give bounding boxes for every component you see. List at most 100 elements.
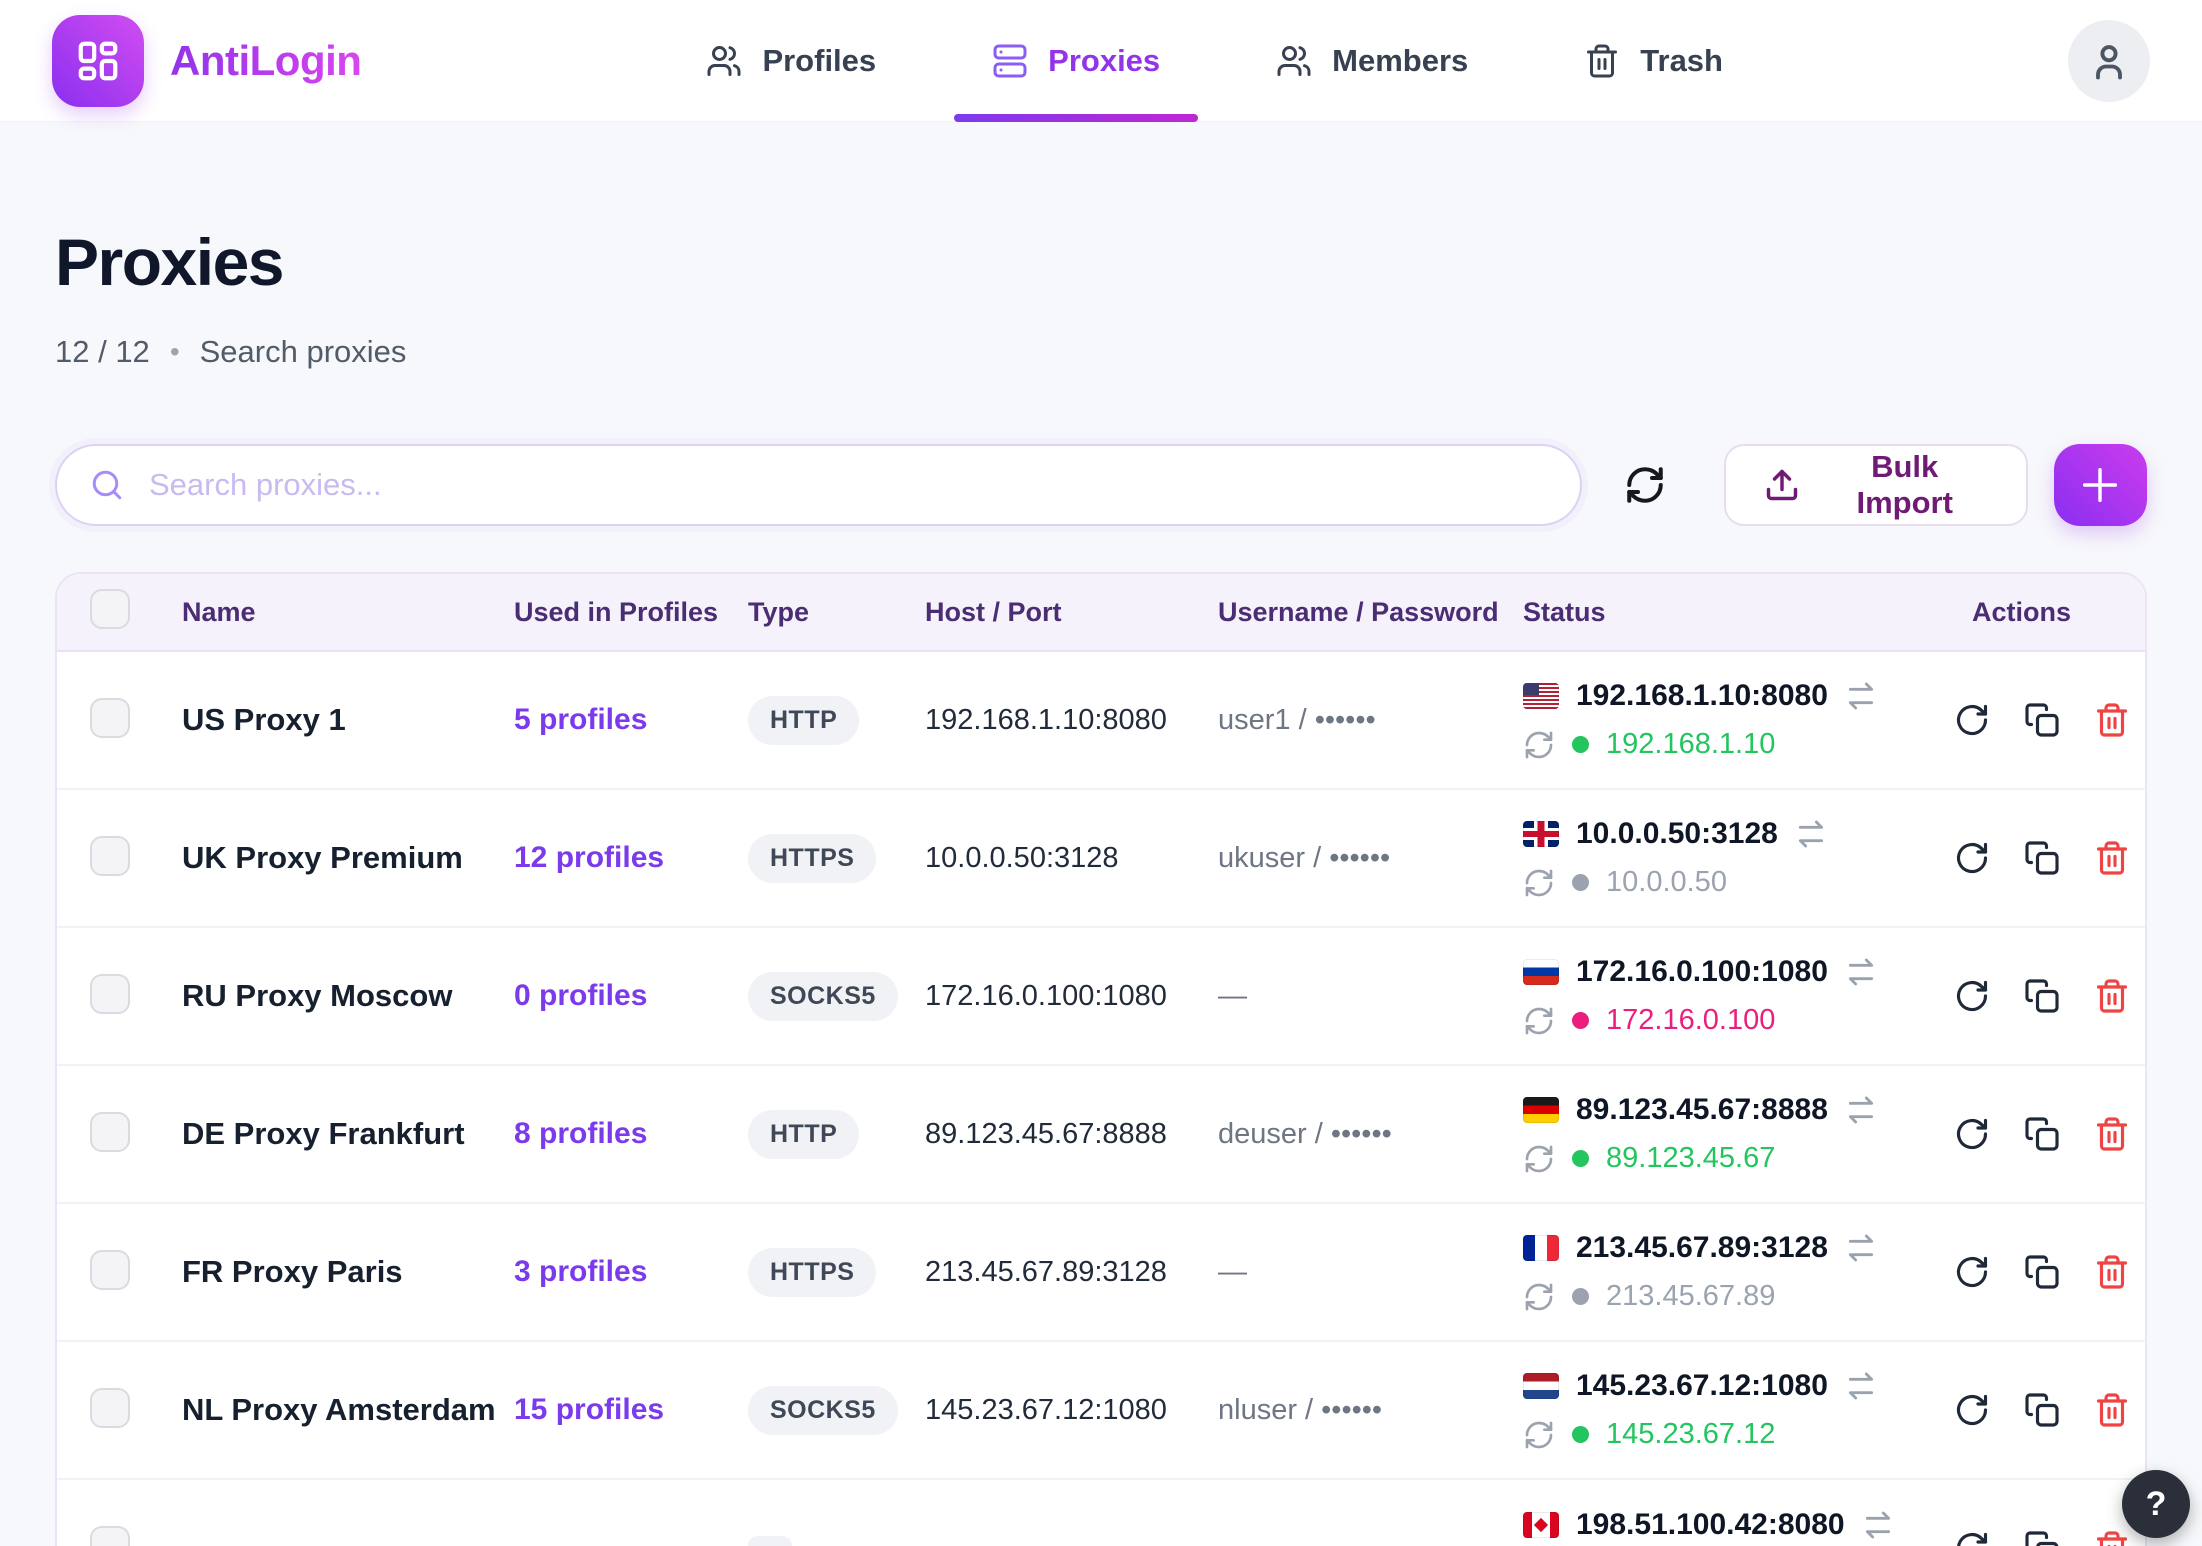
row-refresh-button[interactable] <box>1954 1254 1990 1290</box>
row-delete-button[interactable] <box>2094 1116 2130 1152</box>
host-port: 145.23.67.12:1080 <box>925 1394 1218 1427</box>
table-row: DE Proxy Frankfurt 8 profiles HTTP 89.12… <box>57 1066 2145 1204</box>
row-delete-button[interactable] <box>2094 1254 2130 1290</box>
page-title: Proxies <box>55 224 2147 300</box>
header-actions: Actions <box>1942 597 2145 628</box>
row-copy-button[interactable] <box>2024 1116 2060 1152</box>
person-icon <box>2087 39 2131 83</box>
proxy-name: NL Proxy Amsterdam <box>182 1392 514 1428</box>
add-proxy-button[interactable] <box>2054 444 2147 526</box>
status-host-line: 213.45.67.89:3128 <box>1523 1231 1942 1265</box>
row-delete-button[interactable] <box>2094 1392 2130 1428</box>
country-flag <box>1523 1373 1559 1399</box>
row-copy-button[interactable] <box>2024 1392 2060 1428</box>
refresh-all-button[interactable] <box>1624 464 1666 506</box>
swap-icon[interactable] <box>1862 1509 1894 1541</box>
tab-members[interactable]: Members <box>1270 0 1474 122</box>
status-dot <box>1572 1426 1589 1443</box>
used-in-profiles-link[interactable]: 8 profiles <box>514 1117 647 1150</box>
tab-label: Trash <box>1640 43 1723 79</box>
status-ip: 145.23.67.12 <box>1606 1418 1775 1451</box>
swap-icon[interactable] <box>1795 818 1827 850</box>
page-subtitle: 12 / 12 • Search proxies <box>55 334 2147 370</box>
table-row: FR Proxy Paris 3 profiles HTTPS 213.45.6… <box>57 1204 2145 1342</box>
row-copy-button[interactable] <box>2024 978 2060 1014</box>
swap-icon[interactable] <box>1845 1232 1877 1264</box>
credentials: deuser / •••••• <box>1218 1118 1523 1151</box>
check-proxy-icon[interactable] <box>1523 1005 1555 1037</box>
status-dot <box>1572 1288 1589 1305</box>
row-copy-button[interactable] <box>2024 1530 2060 1546</box>
check-proxy-icon[interactable] <box>1523 1281 1555 1313</box>
table-header: Name Used in Profiles Type Host / Port U… <box>57 574 2145 652</box>
used-in-profiles-link[interactable]: 15 profiles <box>514 1393 664 1426</box>
table-row: RU Proxy Moscow 0 profiles SOCKS5 172.16… <box>57 928 2145 1066</box>
swap-icon[interactable] <box>1845 1094 1877 1126</box>
proxy-name: US Proxy 1 <box>182 702 514 738</box>
proxies-table: Name Used in Profiles Type Host / Port U… <box>55 572 2147 1546</box>
search-icon <box>89 467 125 503</box>
row-copy-button[interactable] <box>2024 702 2060 738</box>
row-checkbox[interactable] <box>90 698 130 738</box>
search-input[interactable] <box>149 467 1548 503</box>
row-delete-button[interactable] <box>2094 978 2130 1014</box>
row-refresh-button[interactable] <box>1954 978 1990 1014</box>
status-ip: 89.123.45.67 <box>1606 1142 1775 1175</box>
app-title: AntiLogin <box>170 37 361 85</box>
separator-dot: • <box>170 336 180 368</box>
row-refresh-button[interactable] <box>1954 1116 1990 1152</box>
header-username-password: Username / Password <box>1218 597 1523 628</box>
status-check-line: 89.123.45.67 <box>1523 1142 1942 1175</box>
app-logo <box>52 15 144 107</box>
status-check-line: 145.23.67.12 <box>1523 1418 1942 1451</box>
bulk-import-label: Bulk Import <box>1822 449 1988 521</box>
swap-icon[interactable] <box>1845 680 1877 712</box>
help-button[interactable]: ? <box>2122 1470 2190 1538</box>
check-proxy-icon[interactable] <box>1523 1143 1555 1175</box>
toolbar: Bulk Import <box>55 444 2147 526</box>
row-refresh-button[interactable] <box>1954 1530 1990 1546</box>
status-host: 213.45.67.89:3128 <box>1576 1231 1828 1265</box>
user-avatar[interactable] <box>2068 20 2150 102</box>
select-all-checkbox[interactable] <box>90 589 130 629</box>
row-copy-button[interactable] <box>2024 840 2060 876</box>
header-name: Name <box>182 597 514 628</box>
row-refresh-button[interactable] <box>1954 702 1990 738</box>
search-box <box>55 444 1582 526</box>
row-checkbox[interactable] <box>90 1526 130 1546</box>
used-in-profiles-link[interactable]: 3 profiles <box>514 1255 647 1288</box>
header-status: Status <box>1523 597 1942 628</box>
row-delete-button[interactable] <box>2094 702 2130 738</box>
check-proxy-icon[interactable] <box>1523 867 1555 899</box>
row-refresh-button[interactable] <box>1954 1392 1990 1428</box>
row-delete-button[interactable] <box>2094 1530 2130 1546</box>
tab-profiles[interactable]: Profiles <box>700 0 882 122</box>
host-port: 172.16.0.100:1080 <box>925 980 1218 1013</box>
check-proxy-icon[interactable] <box>1523 1419 1555 1451</box>
tab-trash[interactable]: Trash <box>1578 0 1729 122</box>
host-port: 213.45.67.89:3128 <box>925 1256 1218 1289</box>
row-checkbox[interactable] <box>90 1112 130 1152</box>
refresh-icon <box>1624 464 1666 506</box>
row-checkbox[interactable] <box>90 974 130 1014</box>
status-host: 172.16.0.100:1080 <box>1576 955 1828 989</box>
row-checkbox[interactable] <box>90 836 130 876</box>
swap-icon[interactable] <box>1845 1370 1877 1402</box>
tab-proxies[interactable]: Proxies <box>986 0 1166 122</box>
proxy-name: RU Proxy Moscow <box>182 978 514 1014</box>
used-in-profiles-link[interactable]: 12 profiles <box>514 841 664 874</box>
row-refresh-button[interactable] <box>1954 840 1990 876</box>
row-checkbox[interactable] <box>90 1250 130 1290</box>
row-copy-button[interactable] <box>2024 1254 2060 1290</box>
bulk-import-button[interactable]: Bulk Import <box>1724 444 2028 526</box>
used-in-profiles-link[interactable]: 5 profiles <box>514 703 647 736</box>
proxy-type-badge: HTTP <box>748 1110 859 1159</box>
row-delete-button[interactable] <box>2094 840 2130 876</box>
row-checkbox[interactable] <box>90 1388 130 1428</box>
swap-icon[interactable] <box>1845 956 1877 988</box>
status-check-line: 172.16.0.100 <box>1523 1004 1942 1037</box>
brand[interactable]: AntiLogin <box>52 15 361 107</box>
status-dot <box>1572 874 1589 891</box>
used-in-profiles-link[interactable]: 0 profiles <box>514 979 647 1012</box>
check-proxy-icon[interactable] <box>1523 729 1555 761</box>
